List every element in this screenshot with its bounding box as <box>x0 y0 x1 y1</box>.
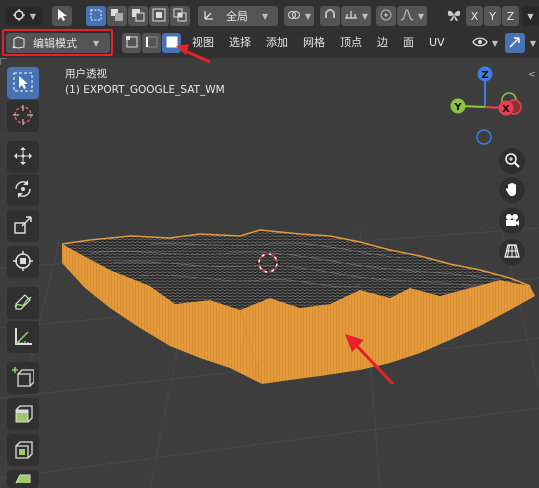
annotation-arrows <box>176 44 395 386</box>
